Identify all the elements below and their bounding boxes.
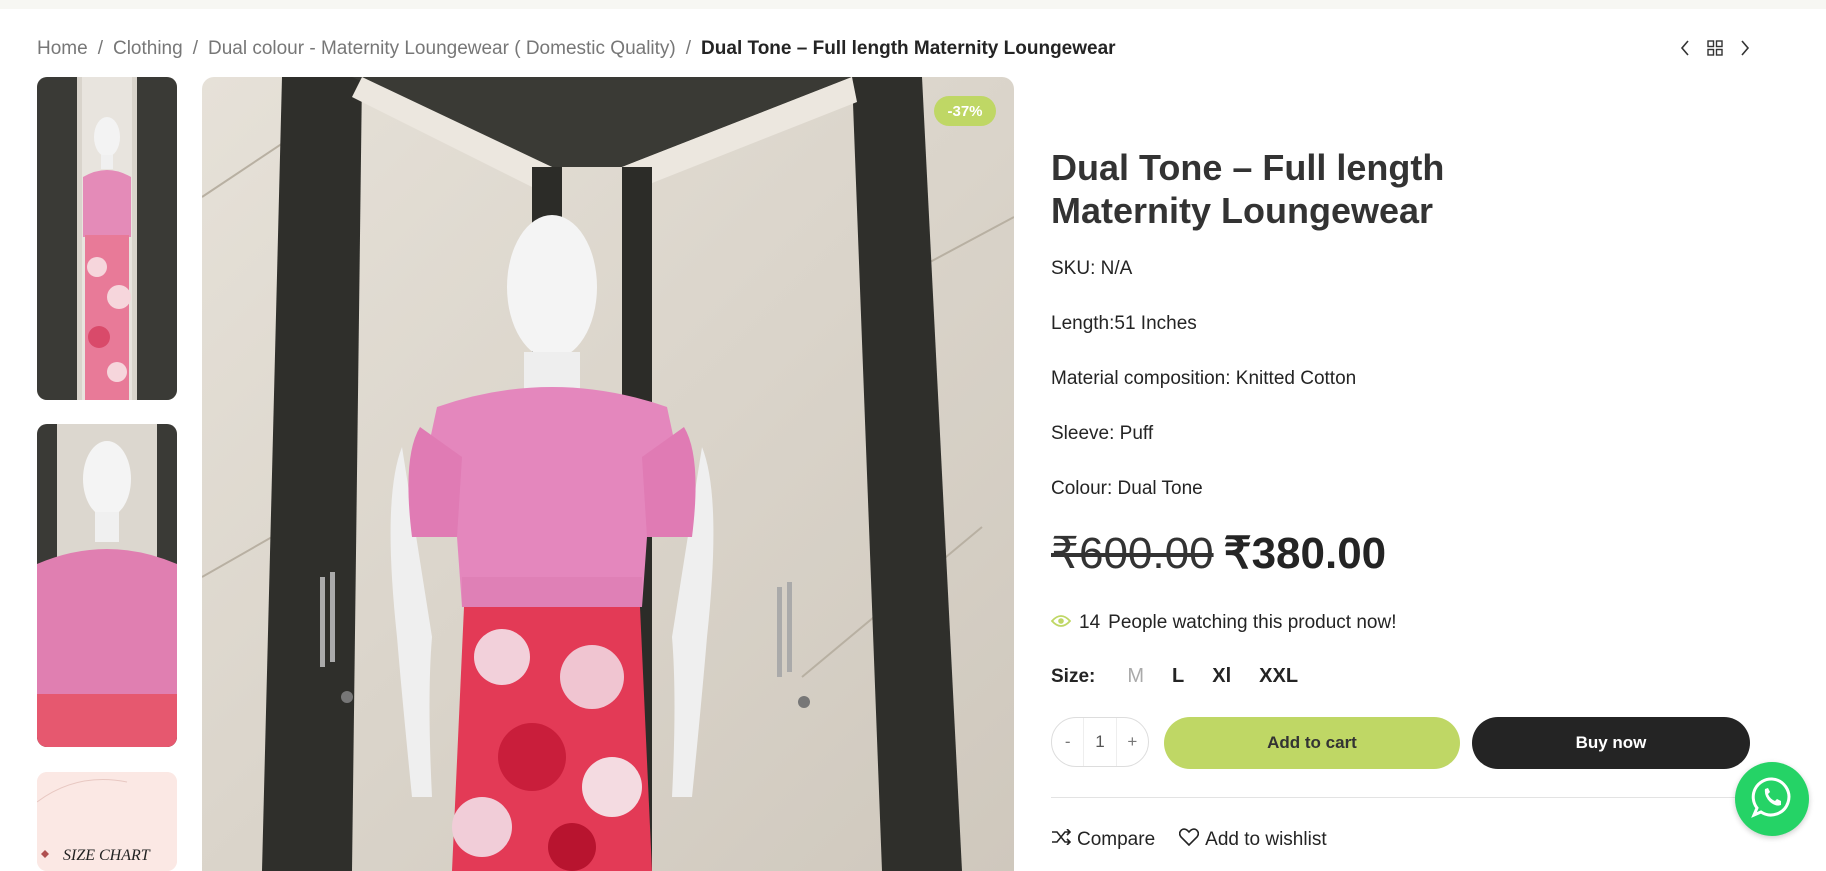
thumbnail-2[interactable] [37,424,177,747]
size-option-l[interactable]: L [1172,665,1184,688]
breadcrumb: Home / Clothing / Dual colour - Maternit… [37,36,1116,62]
breadcrumb-separator: / [97,38,103,59]
length-spec: Length:51 Inches [1051,313,1197,334]
wishlist-link[interactable]: Add to wishlist [1178,828,1327,852]
thumbnail-size-chart[interactable]: SIZE CHART [37,772,177,871]
whatsapp-icon [1751,776,1793,823]
size-option-xxl[interactable]: XXL [1259,665,1298,688]
size-chart-label: SIZE CHART [63,847,151,864]
size-option-m[interactable]: M [1127,665,1144,688]
sku-line: SKU: N/A [1051,258,1132,280]
grid-icon[interactable] [1706,38,1724,58]
product-title: Dual Tone – Full length Maternity Lounge… [1051,147,1445,231]
top-bar [0,0,1826,9]
breadcrumb-current: Dual Tone – Full length Maternity Lounge… [701,38,1116,59]
breadcrumb-clothing[interactable]: Clothing [113,38,183,60]
next-arrow-icon[interactable] [1736,38,1754,58]
discount-badge: -37% [934,96,996,126]
compare-label: Compare [1077,829,1156,850]
qty-increase-button[interactable]: + [1117,732,1148,752]
qty-input[interactable]: 1 [1083,718,1117,766]
whatsapp-button[interactable] [1735,762,1809,836]
qty-decrease-button[interactable]: - [1052,732,1083,752]
original-price: ₹600.00 [1051,529,1214,578]
watch-text: People watching this product now! [1108,612,1397,633]
price: ₹600.00 ₹380.00 [1051,528,1386,579]
heart-icon [1178,828,1200,852]
thumbnail-1[interactable] [37,77,177,400]
eye-icon [1050,612,1072,634]
size-label: Size: [1051,665,1096,687]
product-navigation [1676,38,1754,58]
prev-arrow-icon[interactable] [1676,38,1694,58]
sku-label: SKU: [1051,258,1096,279]
quantity-stepper: - 1 + [1051,717,1149,767]
divider [1051,797,1750,798]
colour-spec: Colour: Dual Tone [1051,478,1203,499]
add-to-cart-button[interactable]: Add to cart [1164,717,1460,769]
sale-price: ₹380.00 [1223,529,1387,578]
buy-now-button[interactable]: Buy now [1472,717,1750,769]
breadcrumb-home[interactable]: Home [37,38,88,60]
size-selector: Size: M L Xl XXL [1051,665,1312,688]
compare-link[interactable]: Compare [1051,828,1155,852]
breadcrumb-separator: / [192,38,198,59]
breadcrumb-separator: / [685,38,692,59]
breadcrumb-category[interactable]: Dual colour - Maternity Loungewear ( Dom… [208,38,676,60]
main-product-image[interactable] [202,77,1014,871]
size-option-xl[interactable]: Xl [1212,665,1231,688]
wishlist-label: Add to wishlist [1205,829,1327,850]
watching-indicator: 14 People watching this product now! [1050,612,1397,634]
compare-icon [1051,828,1072,851]
material-spec: Material composition: Knitted Cotton [1051,368,1357,389]
watch-count: 14 [1079,612,1101,633]
product-actions: Compare Add to wishlist [1051,828,1327,852]
sku-value: N/A [1100,258,1133,279]
sleeve-spec: Sleeve: Puff [1051,423,1154,444]
